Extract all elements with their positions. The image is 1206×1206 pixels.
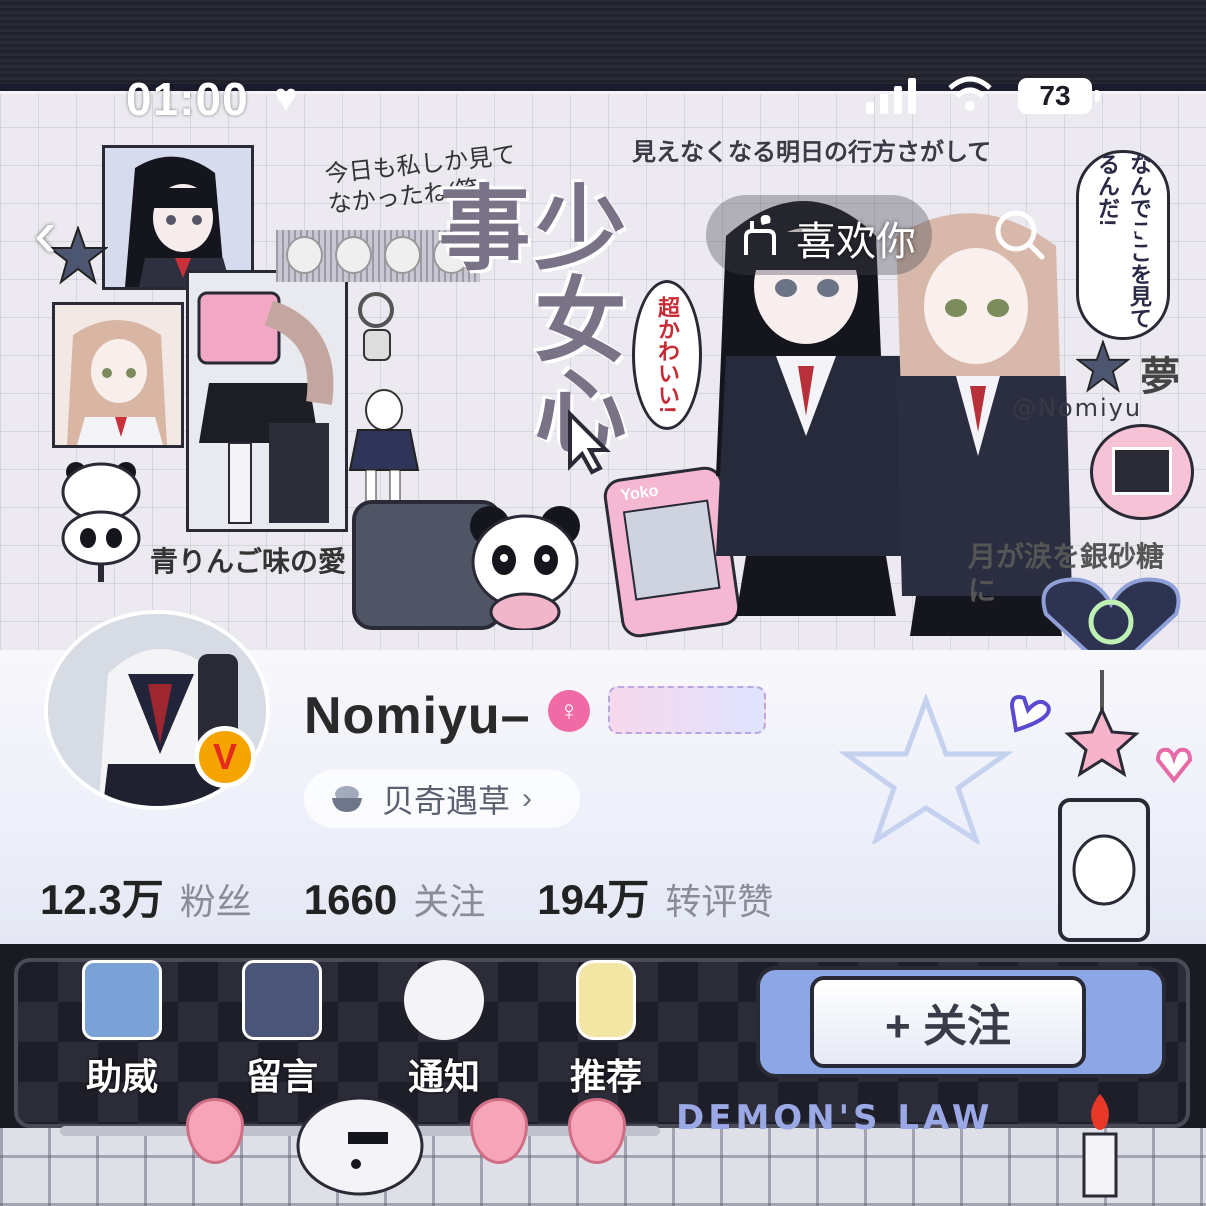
- chevron-right-icon: ›: [522, 782, 533, 815]
- dog-sticker-icon: [296, 1096, 424, 1196]
- camera-sticker-icon: [82, 960, 162, 1040]
- toolbar-notify[interactable]: 通知: [384, 960, 504, 1100]
- heart-outline-icon: [1155, 747, 1193, 784]
- tamagotchi-sticker: [1090, 424, 1194, 520]
- battery-indicator: 73: [1018, 78, 1100, 114]
- status-time: 01:00: [126, 73, 249, 125]
- schoolbag-illustration: [197, 291, 334, 524]
- candle-icon: [1082, 1094, 1118, 1198]
- artist-tag: @Nomiyu: [1012, 394, 1143, 422]
- verified-badge[interactable]: V: [194, 726, 256, 788]
- nav-title: 喜欢你: [796, 220, 916, 264]
- panda-stack-icon: [61, 462, 141, 582]
- toolbar-message[interactable]: 留言: [222, 960, 342, 1100]
- toolbar-recommend[interactable]: 推荐: [546, 960, 666, 1100]
- user-tag-label: 贝奇遇草: [382, 783, 511, 819]
- top-caption: 見えなくなる明日の行方さがして: [632, 138, 992, 166]
- profile-stats: 12.3万 粉丝 1660 关注 194万 转评赞: [40, 866, 825, 927]
- more-icon[interactable]: [1100, 217, 1160, 253]
- user-tag-pill[interactable]: 贝奇遇草 ›: [304, 770, 580, 828]
- follow-button[interactable]: + 关注: [810, 976, 1086, 1068]
- hanging-charm-icon: [1058, 670, 1150, 942]
- back-icon: ‹: [34, 195, 57, 271]
- toolbar-recommend-label: 推荐: [569, 1056, 642, 1097]
- toolbar-cheer-label: 助威: [85, 1056, 158, 1097]
- search-icon[interactable]: [990, 205, 1050, 265]
- demons-law-text: DEMON'S LAW: [676, 1098, 994, 1138]
- gender-female-icon: ♀: [548, 690, 590, 732]
- wifi-icon: [948, 76, 992, 111]
- profile-page: 今日も私しか見てなかったね(笑) 見えなくなる明日の行方さがして 少女心事 超か…: [0, 0, 1206, 1206]
- bottle-sticker-icon: [576, 960, 636, 1040]
- username: Nomiyu–: [304, 687, 531, 745]
- top-nav-bar: ‹ 喜欢你: [0, 195, 1206, 275]
- following-label[interactable]: 关注: [413, 873, 485, 925]
- star-decoration-icon: [1076, 340, 1130, 393]
- likes-label: 转评赞: [665, 881, 774, 922]
- manga-panel-tall: [186, 270, 348, 532]
- panda-icon: [470, 506, 580, 630]
- puppy-sticker-icon: [404, 960, 484, 1040]
- heart-outline-icon: [1009, 695, 1051, 733]
- fans-label[interactable]: 粉丝: [180, 873, 252, 925]
- speech-bubble-left: 超かわいい!: [632, 280, 702, 430]
- kanji-dream: 夢: [1140, 354, 1180, 400]
- bunny-keychain-icon: [348, 292, 420, 511]
- rice-bowl-icon: [332, 786, 362, 812]
- decorative-medal-icon[interactable]: [608, 686, 766, 734]
- manga-panel-mid: [52, 302, 184, 448]
- hand-heart-icon: [744, 215, 776, 255]
- star-outline-decoration-icon: [838, 694, 1014, 844]
- likes-count: 194万: [537, 876, 650, 923]
- following-count[interactable]: 1660: [304, 876, 397, 924]
- cursor-icon: [568, 410, 611, 475]
- bottom-left-caption: 青りんご味の愛: [150, 545, 347, 578]
- heart-icon: ♥: [274, 76, 298, 120]
- status-bar: 01:00 ♥ 73: [0, 70, 1206, 126]
- girl-illustration-2: [67, 320, 167, 445]
- handheld-console-icon: [242, 960, 322, 1040]
- toolbar-cheer[interactable]: 助威: [62, 960, 182, 1100]
- fans-count[interactable]: 12.3万: [40, 866, 164, 927]
- cellular-signal-icon: [866, 78, 916, 114]
- back-button[interactable]: ‹: [34, 199, 90, 267]
